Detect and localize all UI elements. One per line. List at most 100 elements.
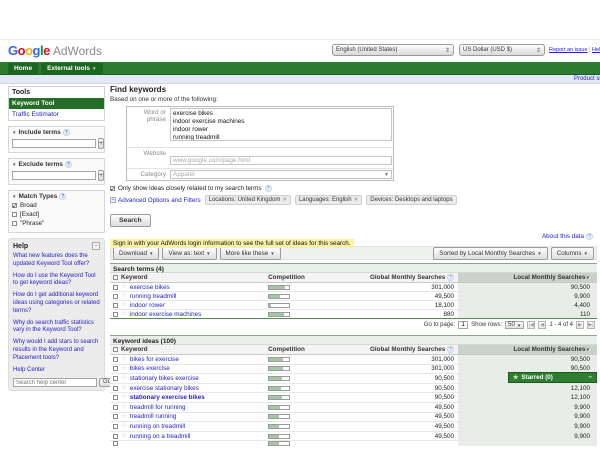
star-icon[interactable]: ☆	[121, 394, 127, 401]
help-question-icon[interactable]: ?	[447, 346, 454, 353]
product-survey-link[interactable]: Product survey	[574, 76, 600, 82]
help-question-icon[interactable]: ?	[59, 193, 67, 200]
keyword-link[interactable]: exercise stationary bikes	[130, 385, 199, 392]
exclude-terms-header[interactable]: ▼ Exclude terms ?	[12, 161, 101, 168]
advanced-options-link[interactable]: + Advanced Options and Filters	[110, 197, 201, 204]
star-icon[interactable]: ☆	[121, 375, 127, 382]
starred-panel[interactable]: ★ Starred (0) −	[508, 372, 597, 383]
keyword-link[interactable]: bikes for exercise	[130, 356, 179, 363]
help-link-item[interactable]: What new features does the updated Keywo…	[13, 253, 100, 269]
row-checkbox[interactable]	[113, 433, 118, 439]
keyword-link[interactable]: indoor rower	[130, 302, 165, 309]
keyword-column-header[interactable]: Keyword	[121, 274, 148, 281]
only-show-checkbox[interactable]	[110, 185, 115, 193]
sorted-by-button[interactable]: Sorted by Local Monthly Searches ▼	[433, 246, 548, 260]
broad-checkbox[interactable]	[12, 202, 17, 210]
star-icon[interactable]: ☆	[121, 432, 127, 440]
row-checkbox[interactable]	[113, 404, 118, 410]
add-exclude-term-button[interactable]: +	[98, 170, 105, 181]
star-icon[interactable]: ☆	[121, 423, 127, 430]
include-terms-input[interactable]	[12, 139, 96, 148]
last-page-button[interactable]: ▶|	[587, 321, 595, 329]
remove-filter-icon[interactable]: ✕	[282, 197, 287, 203]
help-link-item[interactable]: Why do search traffic statistics vary in…	[13, 320, 100, 336]
row-checkbox[interactable]	[113, 302, 118, 308]
minimize-icon[interactable]: −	[588, 374, 592, 381]
keyword-link[interactable]: treadmill running	[130, 413, 177, 420]
include-terms-header[interactable]: ▼ Include terms ?	[12, 129, 101, 136]
languages-filter-pill[interactable]: Languages: English ✕	[294, 195, 363, 205]
row-checkbox[interactable]	[113, 284, 118, 290]
keyword-link[interactable]: stationary exercise bikes	[130, 394, 205, 401]
match-types-header[interactable]: ▼ Match Types ?	[12, 193, 101, 200]
local-column-header[interactable]: Local Monthly Searches	[513, 274, 585, 281]
star-icon[interactable]: ☆	[121, 365, 127, 373]
help-question-icon[interactable]: ?	[64, 161, 72, 168]
keyword-link[interactable]: bikes exercise	[130, 365, 170, 372]
category-select[interactable]: Apparel ▼	[170, 170, 392, 179]
help-link[interactable]: Help	[592, 47, 600, 53]
star-icon[interactable]: ☆	[121, 292, 127, 300]
add-include-term-button[interactable]: +	[98, 138, 105, 149]
next-page-button[interactable]: ▶	[576, 321, 584, 329]
report-issue-link[interactable]: Report an issue	[549, 47, 588, 53]
word-phrase-textarea[interactable]: exercise bikes indoor exercise machines …	[170, 108, 392, 141]
tab-external-tools[interactable]: External tools ▼	[41, 63, 103, 74]
sidebar-item-keyword-tool[interactable]: Keyword Tool	[9, 98, 104, 109]
row-checkbox[interactable]	[113, 356, 118, 362]
columns-button[interactable]: Columns ▼	[550, 246, 594, 260]
row-checkbox[interactable]	[113, 366, 118, 372]
help-question-icon[interactable]: ?	[264, 185, 272, 192]
select-all-checkbox[interactable]	[113, 275, 118, 280]
help-question-icon[interactable]: ?	[62, 129, 70, 136]
view-as-button[interactable]: View as: text ▼	[162, 246, 217, 260]
keyword-link[interactable]: indoor exercise machines	[130, 311, 201, 318]
search-button[interactable]: Search	[110, 214, 151, 227]
more-like-these-button[interactable]: More like these ▼	[219, 246, 281, 260]
help-link-item[interactable]: How do I use the Keyword Tool to get key…	[13, 273, 100, 289]
page-number-input[interactable]	[458, 321, 469, 329]
sidebar-item-traffic-estimator[interactable]: Traffic Estimator	[9, 109, 104, 120]
exact-checkbox[interactable]	[12, 212, 17, 217]
star-icon[interactable]: ☆	[121, 283, 127, 291]
keyword-link[interactable]: exercise bikes	[130, 284, 170, 291]
select-all-checkbox[interactable]	[113, 347, 118, 352]
star-icon[interactable]: ☆	[121, 301, 127, 309]
rows-per-page-select[interactable]: 50 ▼	[505, 321, 525, 329]
prev-page-button[interactable]: ◀	[538, 321, 547, 329]
row-checkbox[interactable]	[113, 375, 118, 381]
global-column-header[interactable]: Global Monthly Searches	[370, 274, 445, 281]
competition-column-header[interactable]: Competition	[268, 274, 305, 281]
keyword-link[interactable]: running on a treadmill	[130, 433, 191, 440]
tab-home[interactable]: Home	[8, 63, 39, 74]
row-checkbox[interactable]	[113, 293, 118, 299]
help-link-item[interactable]: How do I get additional keyword ideas us…	[13, 292, 100, 315]
help-center-link[interactable]: Help Center	[13, 367, 100, 375]
local-column-header[interactable]: Local Monthly Searches	[513, 346, 585, 353]
keyword-column-header[interactable]: Keyword	[121, 346, 148, 353]
global-column-header[interactable]: Global Monthly Searches	[370, 346, 445, 353]
star-icon[interactable]: ☆	[121, 384, 127, 392]
keyword-link[interactable]: running on treadmill	[130, 423, 185, 430]
star-icon[interactable]: ☆	[121, 356, 127, 363]
star-icon[interactable]: ☆	[121, 310, 127, 318]
about-this-data-link[interactable]: About this data?	[542, 233, 593, 240]
competition-column-header[interactable]: Competition	[268, 346, 305, 353]
help-search-input[interactable]	[13, 378, 97, 388]
remove-filter-icon[interactable]: ✕	[354, 197, 359, 203]
help-link-item[interactable]: Why would I add stars to search results …	[13, 339, 100, 362]
star-icon[interactable]: ☆	[121, 413, 127, 421]
keyword-link[interactable]: stationary bikes exercise	[130, 375, 199, 382]
language-select[interactable]: English (United States) ⇕	[332, 44, 454, 56]
row-checkbox[interactable]	[113, 423, 118, 429]
exclude-terms-input[interactable]	[12, 171, 96, 180]
phrase-checkbox[interactable]	[12, 221, 17, 226]
row-checkbox[interactable]	[113, 385, 118, 391]
keyword-link[interactable]: treadmill for running	[130, 404, 186, 411]
collapse-help-button[interactable]: −	[92, 242, 100, 250]
row-checkbox[interactable]	[113, 414, 118, 420]
website-input[interactable]	[170, 156, 392, 165]
keyword-link[interactable]: running treadmill	[130, 293, 177, 300]
row-checkbox[interactable]	[113, 441, 118, 447]
help-question-icon[interactable]: ?	[447, 274, 454, 281]
